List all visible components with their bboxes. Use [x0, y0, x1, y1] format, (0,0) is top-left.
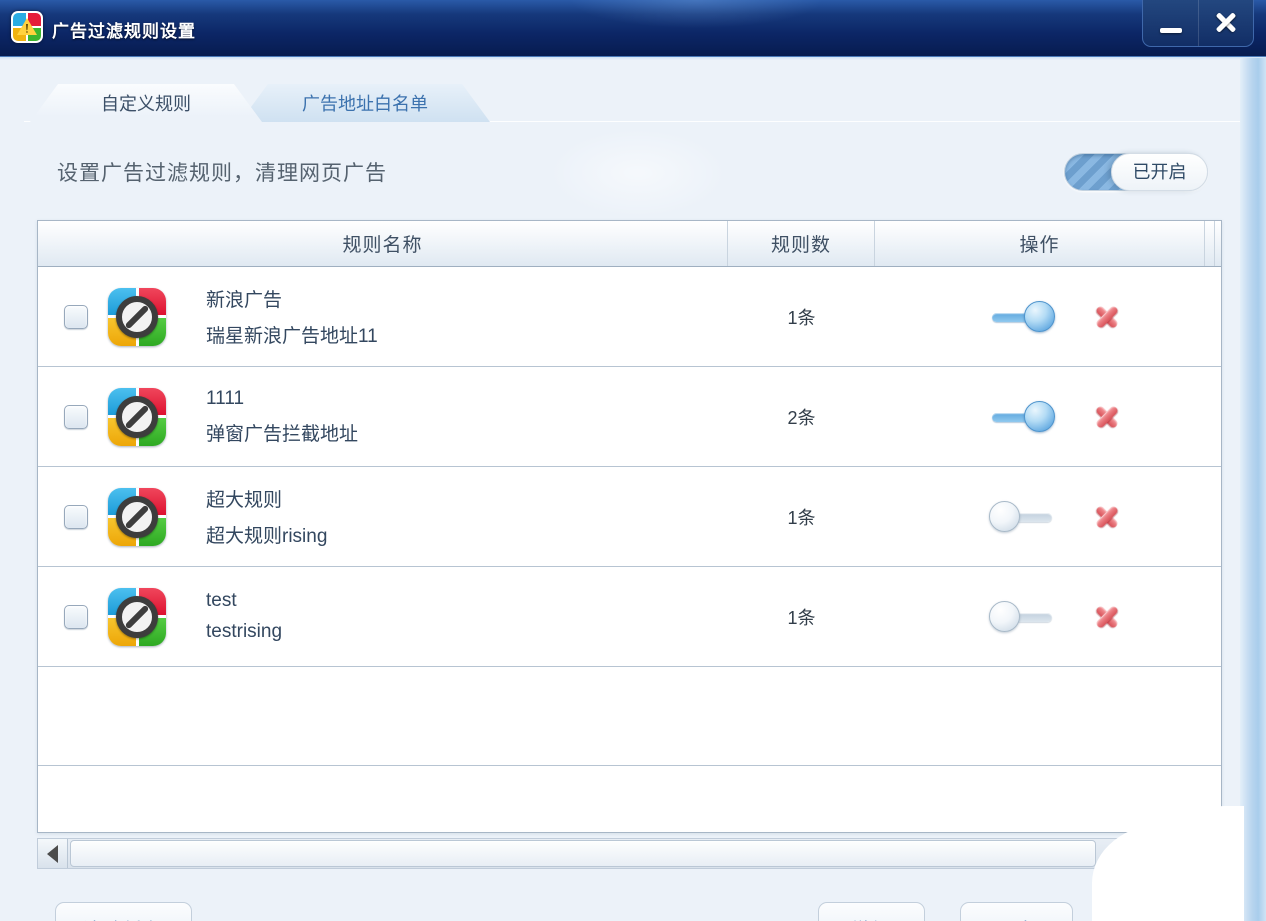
- panel-description: 设置广告过滤规则，清理网页广告: [57, 162, 387, 185]
- horizontal-scrollbar[interactable]: [37, 838, 1222, 869]
- ad-block-icon: [108, 287, 166, 346]
- rule-detail: 弹窗广告拦截地址: [206, 423, 359, 445]
- column-header-end: [1215, 221, 1221, 266]
- panel-header: 设置广告过滤规则，清理网页广告 已开启: [57, 149, 1208, 195]
- window-controls: [1142, 0, 1254, 47]
- delete-button[interactable]: [1093, 603, 1121, 631]
- column-header-spacer: [1205, 221, 1215, 266]
- tab-custom-rules[interactable]: 自定义规则: [30, 84, 262, 122]
- rule-detail: 超大规则rising: [206, 526, 328, 547]
- close-icon: [1213, 10, 1239, 36]
- table-row: test testrising 1条: [38, 567, 1221, 667]
- add-button[interactable]: 增加: [818, 902, 925, 921]
- delete-x-icon: [1093, 303, 1121, 331]
- column-header-operation: 操作: [875, 221, 1205, 266]
- rule-toggle[interactable]: [989, 400, 1055, 433]
- rule-toggle[interactable]: [988, 500, 1055, 533]
- table-row: 新浪广告 瑞星新浪广告地址11 1条: [38, 267, 1221, 367]
- delete-x-icon: [1093, 603, 1121, 631]
- table-row: 1111 弹窗广告拦截地址 2条: [38, 367, 1221, 467]
- no-entry-icon: [116, 295, 158, 338]
- scrollbar-thumb[interactable]: [70, 840, 1096, 867]
- window-title: 广告过滤规则设置: [52, 22, 196, 41]
- empty-row: [38, 667, 1221, 766]
- rule-name: 超大规则: [206, 490, 283, 511]
- rule-toggle[interactable]: [988, 600, 1055, 633]
- empty-row: [38, 766, 1221, 832]
- master-toggle[interactable]: 已开启: [1064, 153, 1208, 191]
- rule-detail: testrising: [206, 621, 283, 642]
- titlebar-separator: [0, 57, 1266, 60]
- clear-cache-button[interactable]: 清除缓存: [55, 902, 192, 921]
- close-button[interactable]: [1198, 0, 1253, 46]
- rule-detail: 瑞星新浪广告地址11: [206, 326, 378, 347]
- rules-table: 规则名称 规则数 操作 新浪广告 瑞星新浪广告地址11 1条 1111 弹窗广告…: [37, 220, 1222, 833]
- scroll-left-button[interactable]: [38, 839, 68, 868]
- delete-button[interactable]: [1093, 503, 1121, 531]
- row-checkbox[interactable]: [64, 304, 88, 329]
- rule-count: 2条: [787, 407, 816, 428]
- row-checkbox[interactable]: [64, 504, 88, 529]
- delete-x-icon: [1093, 503, 1121, 531]
- titlebar: 广告过滤规则设置: [0, 0, 1266, 57]
- delete-x-icon: [1093, 403, 1121, 431]
- ad-block-icon: [108, 587, 166, 646]
- window-right-edge: [1240, 58, 1266, 921]
- rule-count: 1条: [787, 507, 816, 528]
- rule-name: 1111: [206, 387, 245, 409]
- row-checkbox[interactable]: [64, 604, 88, 629]
- rule-name: test: [206, 590, 237, 611]
- column-header-rule-name: 规则名称: [38, 221, 728, 266]
- rule-name: 新浪广告: [206, 290, 283, 311]
- ad-block-icon: [108, 487, 166, 546]
- rule-toggle[interactable]: [989, 300, 1055, 333]
- delete-button[interactable]: [1093, 403, 1121, 431]
- no-entry-icon: [116, 395, 158, 438]
- left-arrow-icon: [47, 844, 58, 863]
- master-toggle-label: 已开启: [1111, 153, 1208, 191]
- minimize-button[interactable]: [1143, 0, 1198, 46]
- tab-bar: 自定义规则 广告地址白名单: [30, 84, 490, 122]
- table-header: 规则名称 规则数 操作: [38, 221, 1221, 267]
- rule-count: 1条: [787, 307, 816, 328]
- row-checkbox[interactable]: [64, 404, 88, 429]
- tab-ad-whitelist[interactable]: 广告地址白名单: [240, 84, 490, 122]
- rule-count: 1条: [787, 607, 816, 628]
- column-header-rule-count: 规则数: [728, 221, 875, 266]
- ad-filter-settings-window: 广告过滤规则设置 自定义规则 广告地址白名单 设置广告过滤规则，清理网页广告 已…: [0, 0, 1266, 921]
- export-button[interactable]: 导出: [960, 902, 1073, 921]
- ad-block-icon: [108, 387, 166, 446]
- app-icon: [11, 11, 43, 43]
- table-row: 超大规则 超大规则rising 1条: [38, 467, 1221, 567]
- delete-button[interactable]: [1093, 303, 1121, 331]
- no-entry-icon: [116, 495, 158, 538]
- no-entry-icon: [116, 595, 158, 638]
- minimize-icon: [1159, 27, 1182, 33]
